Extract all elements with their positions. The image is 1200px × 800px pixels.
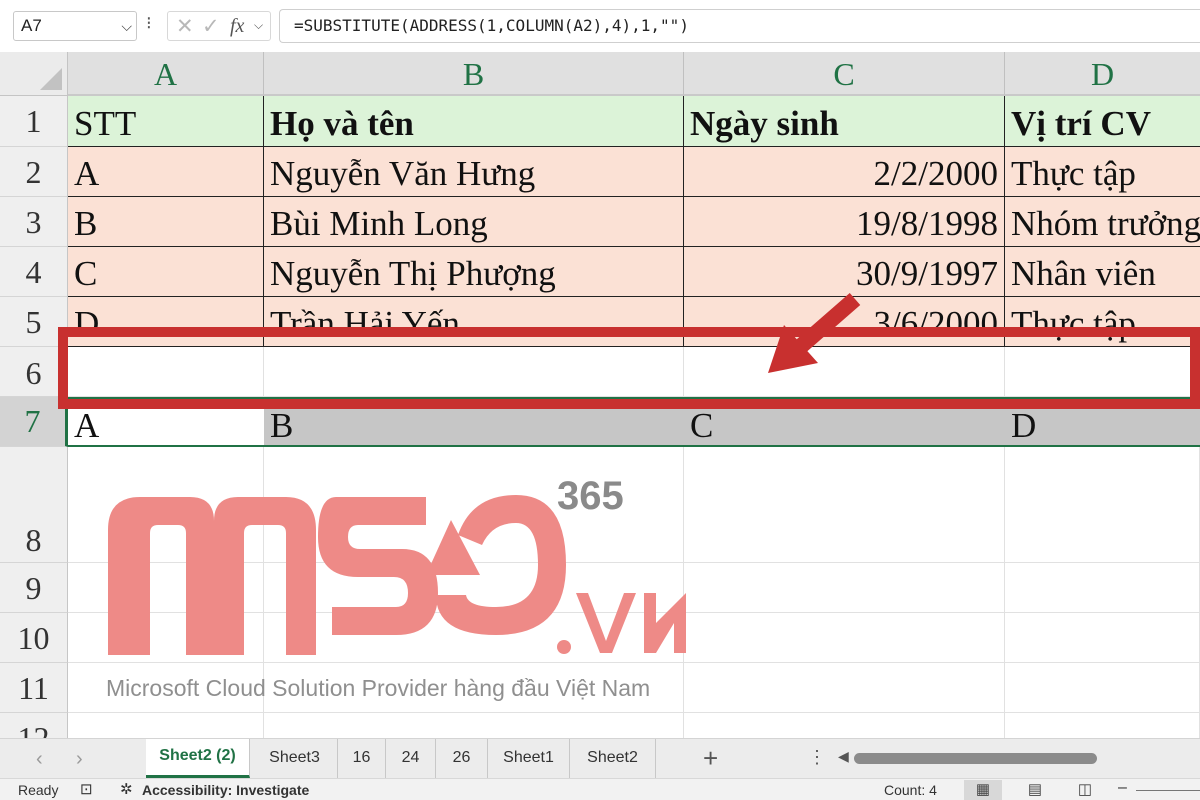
tab-26[interactable]: 26 [436, 739, 488, 778]
arrow-icon [768, 292, 861, 373]
table-cell[interactable]: Nguyễn Văn Hưng [264, 147, 684, 197]
fx-icon[interactable]: fx [230, 15, 244, 38]
empty-cell[interactable] [684, 447, 1005, 563]
name-box[interactable]: A7 ⌵ [13, 11, 137, 41]
row-header-8[interactable]: 8 [0, 447, 68, 563]
zoom-slider[interactable] [1136, 790, 1200, 791]
enter-icon[interactable]: ✓ [202, 14, 220, 39]
empty-cell[interactable] [1005, 447, 1200, 563]
empty-cell[interactable] [684, 563, 1005, 613]
scroll-left-icon[interactable]: ◀ [838, 748, 849, 765]
add-sheet-button[interactable]: + [703, 743, 718, 774]
empty-cell[interactable] [68, 713, 264, 738]
row-header-12[interactable]: 12 [0, 713, 68, 738]
highlight-box [58, 327, 1200, 409]
count-status: Count: 4 [884, 782, 937, 798]
chevron-down-icon[interactable]: ⌵ [254, 18, 263, 33]
empty-cell[interactable] [1005, 613, 1200, 663]
table-cell[interactable]: B [68, 197, 264, 247]
empty-cell[interactable] [1005, 713, 1200, 738]
scroll-tabs-left-icon[interactable]: ‹ [36, 748, 43, 771]
formula-text: =SUBSTITUTE(ADDRESS(1,COLUMN(A2),4),1,""… [294, 16, 689, 35]
table-header-cell[interactable]: Họ và tên [264, 96, 684, 147]
table-header-cell[interactable]: Ngày sinh [684, 96, 1005, 147]
scroll-tabs-right-icon[interactable]: › [76, 748, 83, 771]
tab-sheet2[interactable]: Sheet2 [570, 739, 656, 778]
empty-cell[interactable] [684, 613, 1005, 663]
zoom-out-icon[interactable]: – [1118, 779, 1127, 797]
empty-cell[interactable] [684, 713, 1005, 738]
table-cell[interactable]: A [68, 147, 264, 197]
empty-cell[interactable] [1005, 663, 1200, 713]
table-header-cell[interactable]: Vị trí CV [1005, 96, 1200, 147]
select-all-triangle-icon [40, 68, 62, 90]
table-cell[interactable]: Bùi Minh Long [264, 197, 684, 247]
column-header-b[interactable]: B [264, 52, 684, 96]
page-break-icon[interactable]: ◫ [1066, 780, 1104, 800]
page-layout-icon[interactable]: ▤ [1016, 780, 1054, 800]
empty-cell[interactable] [1005, 563, 1200, 613]
empty-cell[interactable] [264, 713, 684, 738]
cancel-icon[interactable]: ✕ [176, 14, 194, 39]
formula-bar-grip-icon[interactable]: ⁝ [146, 13, 152, 34]
tab-sheet2-2[interactable]: Sheet2 (2) [146, 739, 250, 778]
table-cell[interactable]: 19/8/1998 [684, 197, 1005, 247]
row-header-11[interactable]: 11 [0, 663, 68, 713]
chevron-down-icon[interactable]: ⌵ [121, 18, 132, 35]
sheet-tab-bar: ‹ › Sheet2 (2) Sheet3 16 24 26 Sheet1 Sh… [0, 738, 1200, 778]
table-cell[interactable]: Thực tập [1005, 147, 1200, 197]
mso-logo [108, 495, 686, 655]
table-cell[interactable]: Nhân viên [1005, 247, 1200, 297]
status-bar: Ready ⊡ ✲ Accessibility: Investigate Cou… [0, 778, 1200, 800]
row-header-1[interactable]: 1 [0, 96, 68, 147]
tabs-more-icon[interactable]: ⋮ [808, 747, 826, 768]
table-cell[interactable]: Nguyễn Thị Phượng [264, 247, 684, 297]
empty-cell[interactable] [684, 663, 1005, 713]
tab-16[interactable]: 16 [338, 739, 386, 778]
column-header-c[interactable]: C [684, 52, 1005, 96]
tab-sheet1[interactable]: Sheet1 [488, 739, 570, 778]
formula-input[interactable]: =SUBSTITUTE(ADDRESS(1,COLUMN(A2),4),1,""… [279, 9, 1200, 43]
row-header-9[interactable]: 9 [0, 563, 68, 613]
name-box-value: A7 [21, 16, 42, 35]
column-header-a[interactable]: A [68, 52, 264, 96]
accessibility-status[interactable]: Accessibility: Investigate [142, 782, 309, 798]
tab-sheet3[interactable]: Sheet3 [252, 739, 338, 778]
formula-bar: A7 ⌵ ⁝ ✕ ✓ fx ⌵ =SUBSTITUTE(ADDRESS(1,CO… [0, 0, 1200, 52]
tab-24[interactable]: 24 [386, 739, 436, 778]
table-cell[interactable]: 2/2/2000 [684, 147, 1005, 197]
accessibility-icon[interactable]: ✲ [120, 780, 133, 798]
table-cell[interactable]: Nhóm trưởng [1005, 197, 1200, 247]
horizontal-scrollbar[interactable]: ◀ [838, 748, 1200, 766]
select-all-button[interactable] [0, 52, 68, 96]
row-header-10[interactable]: 10 [0, 613, 68, 663]
ready-status: Ready [18, 782, 59, 798]
column-header-d[interactable]: D [1005, 52, 1200, 96]
formula-bar-buttons: ✕ ✓ fx ⌵ [167, 11, 271, 41]
normal-view-icon[interactable]: ▦ [964, 780, 1002, 800]
record-macro-icon[interactable]: ⊡ [80, 780, 93, 798]
watermark-tagline: Microsoft Cloud Solution Provider hàng đ… [106, 675, 651, 701]
row-header-2[interactable]: 2 [0, 147, 68, 197]
table-cell[interactable]: C [68, 247, 264, 297]
scrollbar-thumb[interactable] [854, 753, 1097, 764]
row-header-3[interactable]: 3 [0, 197, 68, 247]
watermark-365: 365 [557, 474, 624, 518]
row-header-4[interactable]: 4 [0, 247, 68, 297]
table-header-cell[interactable]: STT [68, 96, 264, 147]
